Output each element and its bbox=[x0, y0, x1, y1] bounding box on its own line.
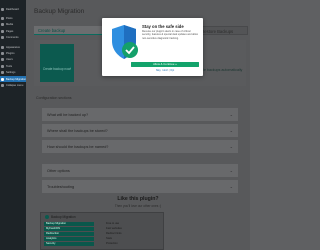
promo-row[interactable]: Redirection bbox=[44, 232, 94, 237]
wrench-icon bbox=[1, 64, 4, 68]
collapse-icon bbox=[1, 83, 4, 87]
accordion-what-backed-up[interactable]: What will be backed up? ⌄ bbox=[42, 108, 238, 121]
promo-row[interactable]: Security bbox=[44, 242, 94, 247]
dashboard-icon bbox=[1, 7, 4, 11]
sidebar-item-label: Media bbox=[6, 23, 14, 27]
page-icon bbox=[1, 29, 4, 33]
allow-continue-button[interactable]: Allow & Continue » bbox=[131, 62, 199, 67]
main-content: Backup Migration Create backup Manage & … bbox=[26, 0, 250, 250]
sidebar-item-label: Settings bbox=[6, 71, 16, 75]
opt-link[interactable]: Opt bbox=[170, 69, 174, 72]
accordion-other-options[interactable]: Other options ⌄ bbox=[42, 164, 238, 177]
accordion-how-named[interactable]: How should the backups be named? ⌄ bbox=[42, 140, 238, 153]
plugin-logo-icon bbox=[45, 215, 49, 219]
modal-text: Receive our plugin's alerts in case of c… bbox=[142, 30, 198, 40]
admin-sidebar: Dashboard Posts Media Pages Comments App… bbox=[0, 0, 26, 250]
comment-icon bbox=[1, 36, 4, 40]
accordion-label: Troubleshooting bbox=[47, 184, 75, 189]
config-heading: Configuration sections bbox=[36, 96, 72, 100]
skip-link[interactable]: Skip, I don't bbox=[156, 69, 168, 72]
accordion-label: How should the backups be named? bbox=[47, 144, 109, 149]
settings-icon bbox=[1, 71, 4, 75]
tab-create-backup[interactable]: Create backup bbox=[34, 26, 104, 35]
accordion-where-stored[interactable]: Where shall the backups be stored? ⌄ bbox=[42, 124, 238, 137]
promo-description: Protection bbox=[106, 242, 118, 245]
like-plugin-title: Like this plugin? bbox=[117, 196, 159, 202]
brush-icon bbox=[1, 45, 4, 49]
chevron-down-icon: ⌄ bbox=[229, 168, 233, 173]
accordion-label: Other options bbox=[47, 168, 70, 173]
sidebar-item-label: Posts bbox=[6, 17, 13, 21]
sidebar-item-label: Dashboard bbox=[6, 7, 19, 11]
create-backup-label: Create backup now! bbox=[42, 67, 72, 71]
accordion-label: What will be backed up? bbox=[47, 112, 89, 117]
sidebar-item-label: Appearance bbox=[6, 45, 20, 49]
modal-title: Stay on the safe side bbox=[142, 24, 184, 29]
sidebar-collapse-menu[interactable]: Collapse menu bbox=[0, 82, 26, 88]
promo-header: Backup Migration bbox=[45, 215, 76, 219]
accordion-label: Where shall the backups be stored? bbox=[47, 128, 108, 133]
page-title: Backup Migration bbox=[34, 8, 85, 15]
plug-icon bbox=[1, 52, 4, 56]
promo-description: Redirect links bbox=[106, 232, 122, 235]
chevron-down-icon: ⌄ bbox=[229, 128, 233, 133]
media-icon bbox=[1, 23, 4, 27]
promo-row[interactable]: Analytics bbox=[44, 237, 94, 242]
chevron-down-icon: ⌄ bbox=[229, 112, 233, 117]
modal-links: Skip, I don't | Opt bbox=[131, 69, 199, 72]
chevron-down-icon: ⌄ bbox=[229, 184, 233, 189]
chevron-down-icon: ⌄ bbox=[229, 144, 233, 149]
shield-check-icon bbox=[112, 25, 138, 59]
sidebar-item-label: Backup Migration bbox=[6, 77, 27, 81]
backup-icon bbox=[1, 77, 4, 81]
sidebar-item-label: Tools bbox=[6, 64, 13, 68]
opt-in-modal: Stay on the safe side Receive our plugin… bbox=[102, 18, 203, 76]
promo-description: Fast websites bbox=[106, 227, 122, 230]
promo-row[interactable]: MyFastCDN bbox=[44, 227, 94, 232]
pin-icon bbox=[1, 17, 4, 21]
sidebar-item-label: Collapse menu bbox=[6, 83, 24, 87]
promo-description: Stats bbox=[106, 237, 112, 240]
create-backup-tile[interactable] bbox=[40, 44, 74, 82]
sidebar-item-label: Comments bbox=[6, 36, 19, 40]
sidebar-item-label: Plugins bbox=[6, 52, 15, 56]
promo-description: Free to use bbox=[106, 222, 120, 225]
promo-row[interactable]: Backup Migration bbox=[44, 222, 94, 227]
sidebar-item-label: Pages bbox=[6, 29, 14, 33]
like-plugin-subtitle: Then you'll love our other ones :) bbox=[114, 204, 162, 208]
accordion-troubleshooting[interactable]: Troubleshooting ⌄ bbox=[42, 180, 238, 193]
promo-title: Backup Migration bbox=[51, 215, 76, 219]
user-icon bbox=[1, 58, 4, 62]
sidebar-item-label: Users bbox=[6, 58, 13, 62]
